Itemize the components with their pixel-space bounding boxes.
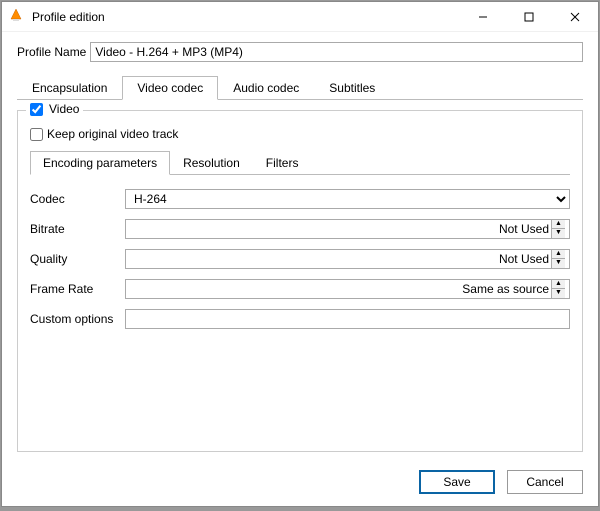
quality-row: Quality ▲▼ (30, 249, 570, 269)
app-icon (2, 8, 30, 25)
codec-row: Codec H-264 (30, 189, 570, 209)
framerate-up-icon[interactable]: ▲ (552, 280, 565, 289)
framerate-spinner[interactable]: ▲▼ (125, 279, 570, 299)
video-groupbox: Video Keep original video track Encoding… (17, 110, 583, 452)
profile-name-label: Profile Name (17, 45, 86, 59)
keep-original-label: Keep original video track (47, 127, 178, 141)
framerate-value[interactable] (130, 282, 551, 296)
bitrate-spinner[interactable]: ▲▼ (125, 219, 570, 239)
subtab-filters[interactable]: Filters (253, 151, 312, 174)
maximize-button[interactable] (506, 2, 552, 32)
bitrate-up-icon[interactable]: ▲ (552, 220, 565, 229)
subtab-resolution[interactable]: Resolution (170, 151, 253, 174)
quality-label: Quality (30, 252, 125, 266)
tab-subtitles[interactable]: Subtitles (314, 76, 390, 99)
cancel-button[interactable]: Cancel (507, 470, 583, 494)
dialog-body: Profile Name Encapsulation Video codec A… (2, 32, 598, 462)
tab-encapsulation[interactable]: Encapsulation (17, 76, 122, 99)
custom-options-input[interactable] (125, 309, 570, 329)
custom-label: Custom options (30, 312, 125, 326)
keep-original-row: Keep original video track (30, 127, 570, 141)
tab-audio-codec[interactable]: Audio codec (218, 76, 314, 99)
framerate-row: Frame Rate ▲▼ (30, 279, 570, 299)
codec-label: Codec (30, 192, 125, 206)
bitrate-row: Bitrate ▲▼ (30, 219, 570, 239)
video-checkbox-label: Video (49, 102, 79, 116)
subtab-encoding[interactable]: Encoding parameters (30, 151, 170, 175)
video-checkbox[interactable] (30, 103, 43, 116)
bitrate-value[interactable] (130, 222, 551, 236)
codec-select[interactable]: H-264 (125, 189, 570, 209)
bitrate-down-icon[interactable]: ▼ (552, 229, 565, 238)
minimize-button[interactable] (460, 2, 506, 32)
tab-video-codec[interactable]: Video codec (122, 76, 218, 100)
keep-original-checkbox[interactable] (30, 128, 43, 141)
bitrate-label: Bitrate (30, 222, 125, 236)
quality-up-icon[interactable]: ▲ (552, 250, 565, 259)
titlebar: Profile edition (2, 2, 598, 32)
custom-row: Custom options (30, 309, 570, 329)
dialog-footer: Save Cancel (2, 462, 598, 506)
profile-name-input[interactable] (90, 42, 583, 62)
quality-down-icon[interactable]: ▼ (552, 259, 565, 268)
sub-tabs: Encoding parameters Resolution Filters (30, 151, 570, 175)
window-title: Profile edition (30, 10, 460, 24)
close-button[interactable] (552, 2, 598, 32)
dialog-window: Profile edition Profile Name Encapsulati… (1, 1, 599, 507)
video-checkbox-wrap: Video (26, 102, 83, 116)
main-tabs: Encapsulation Video codec Audio codec Su… (17, 76, 583, 100)
framerate-down-icon[interactable]: ▼ (552, 289, 565, 298)
profile-name-row: Profile Name (17, 42, 583, 62)
quality-spinner[interactable]: ▲▼ (125, 249, 570, 269)
framerate-label: Frame Rate (30, 282, 125, 296)
save-button[interactable]: Save (419, 470, 495, 494)
quality-value[interactable] (130, 252, 551, 266)
window-controls (460, 2, 598, 32)
